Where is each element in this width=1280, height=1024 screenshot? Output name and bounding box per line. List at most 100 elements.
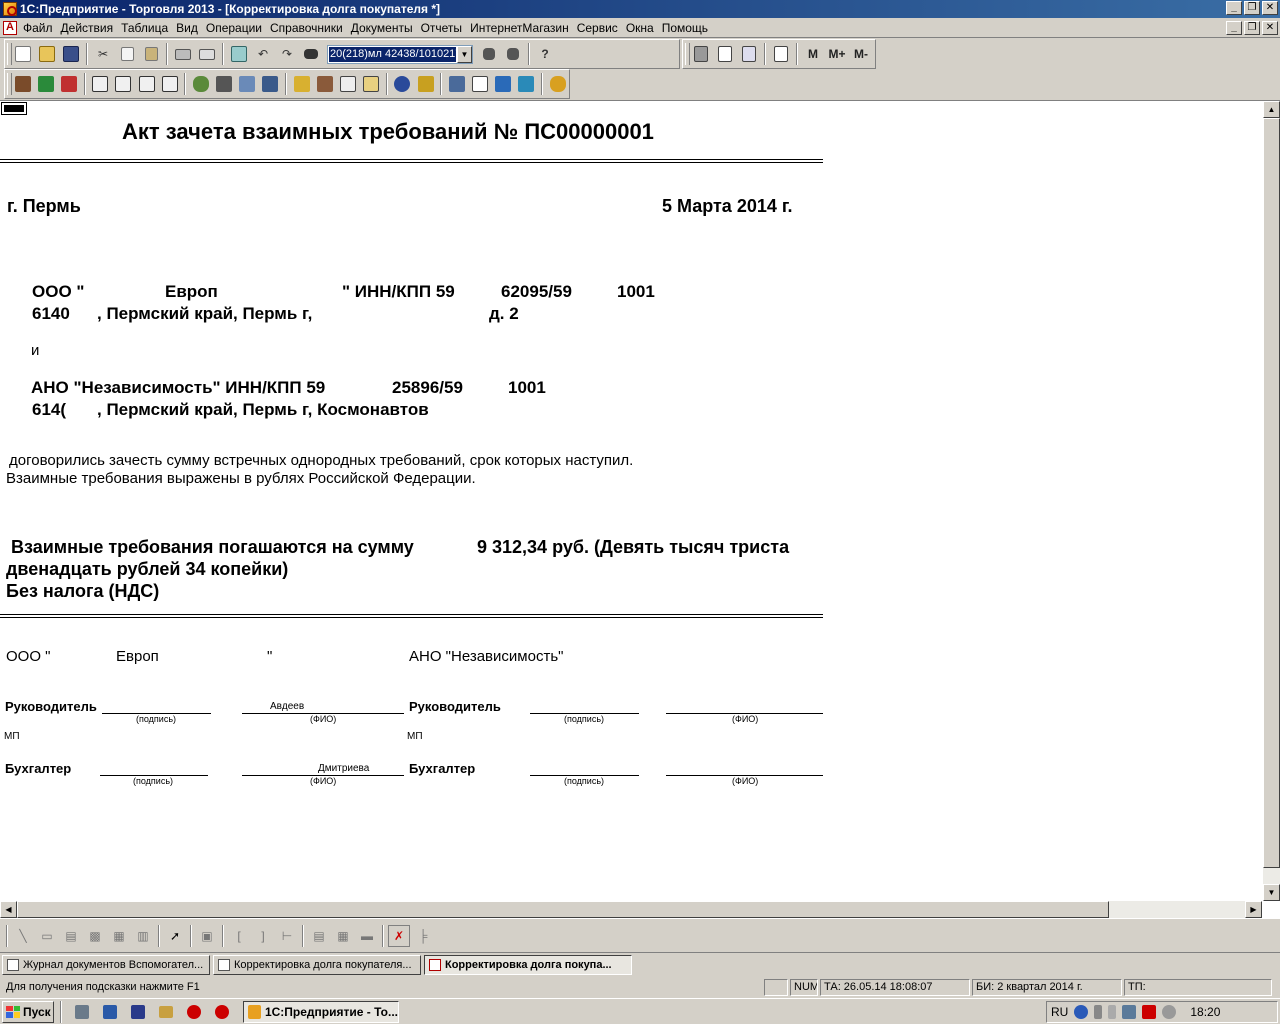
cash-register-icon[interactable] [214,73,235,95]
exchange-icon[interactable] [415,73,436,95]
pen-tray-icon[interactable] [1094,1005,1103,1019]
menu-webshop[interactable]: ИнтернетМагазин [468,21,575,35]
settings-icon[interactable] [446,73,467,95]
chart-tool-icon[interactable]: ▥ [132,925,154,947]
taskbar-1c-button[interactable]: 1С:Предприятие - То... [243,1000,399,1023]
journal-icon[interactable] [12,73,33,95]
save-disk-icon[interactable] [127,1001,149,1023]
doc-close-button[interactable]: ✕ [1262,21,1278,35]
find-binoculars-icon[interactable] [300,43,322,65]
copy-icon[interactable] [116,43,138,65]
ole-tool-icon[interactable]: ▦ [108,925,130,947]
invoice-icon[interactable] [90,73,111,95]
text-tool-icon[interactable]: ▤ [60,925,82,947]
menu-windows[interactable]: Окна [624,21,660,35]
calendar-icon[interactable] [714,43,736,65]
handshake-icon[interactable] [547,73,568,95]
pointer-tool-icon[interactable]: ➚ [164,925,186,947]
restore-button[interactable]: ❐ [1244,1,1260,15]
menu-table[interactable]: Таблица [119,21,174,35]
menu-operations[interactable]: Операции [204,21,268,35]
chart-icon[interactable] [361,73,382,95]
rectangle-tool-icon[interactable]: ▭ [36,925,58,947]
find-next-icon[interactable] [478,43,500,65]
picture-tool-icon[interactable]: ▩ [84,925,106,947]
document-list-icon[interactable] [469,73,490,95]
vertical-scrollbar[interactable]: ▲ ▼ [1263,101,1280,901]
help-tray-icon[interactable] [1074,1005,1089,1019]
report-icon[interactable] [237,73,258,95]
open-folder-icon[interactable] [36,43,58,65]
waybill-icon[interactable] [136,73,157,95]
database-icon[interactable] [493,73,514,95]
chevron-up-icon[interactable] [1108,1005,1117,1019]
menu-reports[interactable]: Отчеты [419,21,468,35]
send-back-icon[interactable]: ] [252,925,274,947]
menu-actions[interactable]: Действия [59,21,120,35]
help-icon[interactable]: ? [534,43,556,65]
doc-restore-button[interactable]: ❐ [1244,21,1260,35]
table-tool-icon[interactable]: ▦ [332,925,354,947]
app-1c-icon[interactable] [3,2,17,16]
cut-icon[interactable]: ✂ [92,43,114,65]
menu-help[interactable]: Помощь [660,21,714,35]
money-bag-icon[interactable] [190,73,211,95]
language-indicator[interactable]: RU [1051,1005,1068,1019]
grid-tool-icon[interactable]: ▤ [308,925,330,947]
scroll-up-icon[interactable]: ▲ [1263,101,1280,118]
sheet-corner-cell[interactable] [1,102,27,115]
price-list-icon[interactable] [337,73,358,95]
menu-view[interactable]: Вид [174,21,204,35]
opera-icon[interactable] [183,1001,205,1023]
book-icon[interactable] [770,43,792,65]
search-combo[interactable]: 20(218)мл 42438/1010217 ▼ [327,44,473,64]
outgoing-icon[interactable] [58,73,79,95]
powershell-icon[interactable] [99,1001,121,1023]
group-tool-icon[interactable]: ▣ [196,925,218,947]
users-icon[interactable] [260,73,281,95]
menu-catalogs[interactable]: Справочники [268,21,349,35]
clock[interactable]: 18:20 [1190,1005,1220,1019]
incoming-icon[interactable] [35,73,56,95]
horizontal-scroll-thumb[interactable] [17,901,1109,918]
new-document-icon[interactable] [12,43,34,65]
redo-icon[interactable]: ↷ [276,43,298,65]
bring-front-icon[interactable]: [ [228,925,250,947]
document-sheet[interactable]: Акт зачета взаимных требований № ПС00000… [0,101,1262,901]
explorer-icon[interactable] [155,1001,177,1023]
vertical-scroll-thumb[interactable] [1263,118,1280,868]
calculator-icon[interactable] [690,43,712,65]
tab-journal[interactable]: Журнал документов Вспомогател... [2,954,210,975]
edit-text-icon[interactable] [738,43,760,65]
undo-icon[interactable]: ↶ [252,43,274,65]
warehouse-icon[interactable] [314,73,335,95]
kaspersky-tray-icon[interactable] [1142,1005,1157,1019]
opera-icon-2[interactable] [211,1001,233,1023]
scroll-left-icon[interactable]: ◀ [0,901,17,918]
close-button[interactable]: ✕ [1262,1,1278,15]
receipt-icon[interactable] [159,73,180,95]
network-tray-icon[interactable] [1122,1005,1137,1019]
server-manager-icon[interactable] [71,1001,93,1023]
find-prev-icon[interactable] [502,43,524,65]
volume-tray-icon[interactable] [1162,1005,1177,1019]
layout-tool-icon[interactable]: ╞ [412,925,434,947]
scroll-down-icon[interactable]: ▼ [1263,884,1280,901]
print-preview-icon[interactable] [196,43,218,65]
doc-minimize-button[interactable]: _ [1226,21,1242,35]
menu-file[interactable]: Файл [21,21,59,35]
search-combo-value[interactable]: 20(218)мл 42438/1010217 [329,46,456,62]
document-window-icon[interactable] [3,20,17,35]
tab-debt-adjustment-1[interactable]: Корректировка долга покупателя... [213,954,421,975]
globe-icon[interactable] [392,73,413,95]
save-icon[interactable] [60,43,82,65]
goods-icon[interactable] [291,73,312,95]
tab-debt-adjustment-2[interactable]: Корректировка долга покупа... [424,954,632,975]
line-tool-icon[interactable]: ╲ [12,925,34,947]
print-icon[interactable] [172,43,194,65]
back-arrow-icon[interactable] [516,73,537,95]
act-icon[interactable] [113,73,134,95]
properties-icon[interactable] [228,43,250,65]
horizontal-scrollbar[interactable]: ◀ ▶ [0,901,1262,918]
memory-add-button[interactable]: M+ [826,43,848,65]
